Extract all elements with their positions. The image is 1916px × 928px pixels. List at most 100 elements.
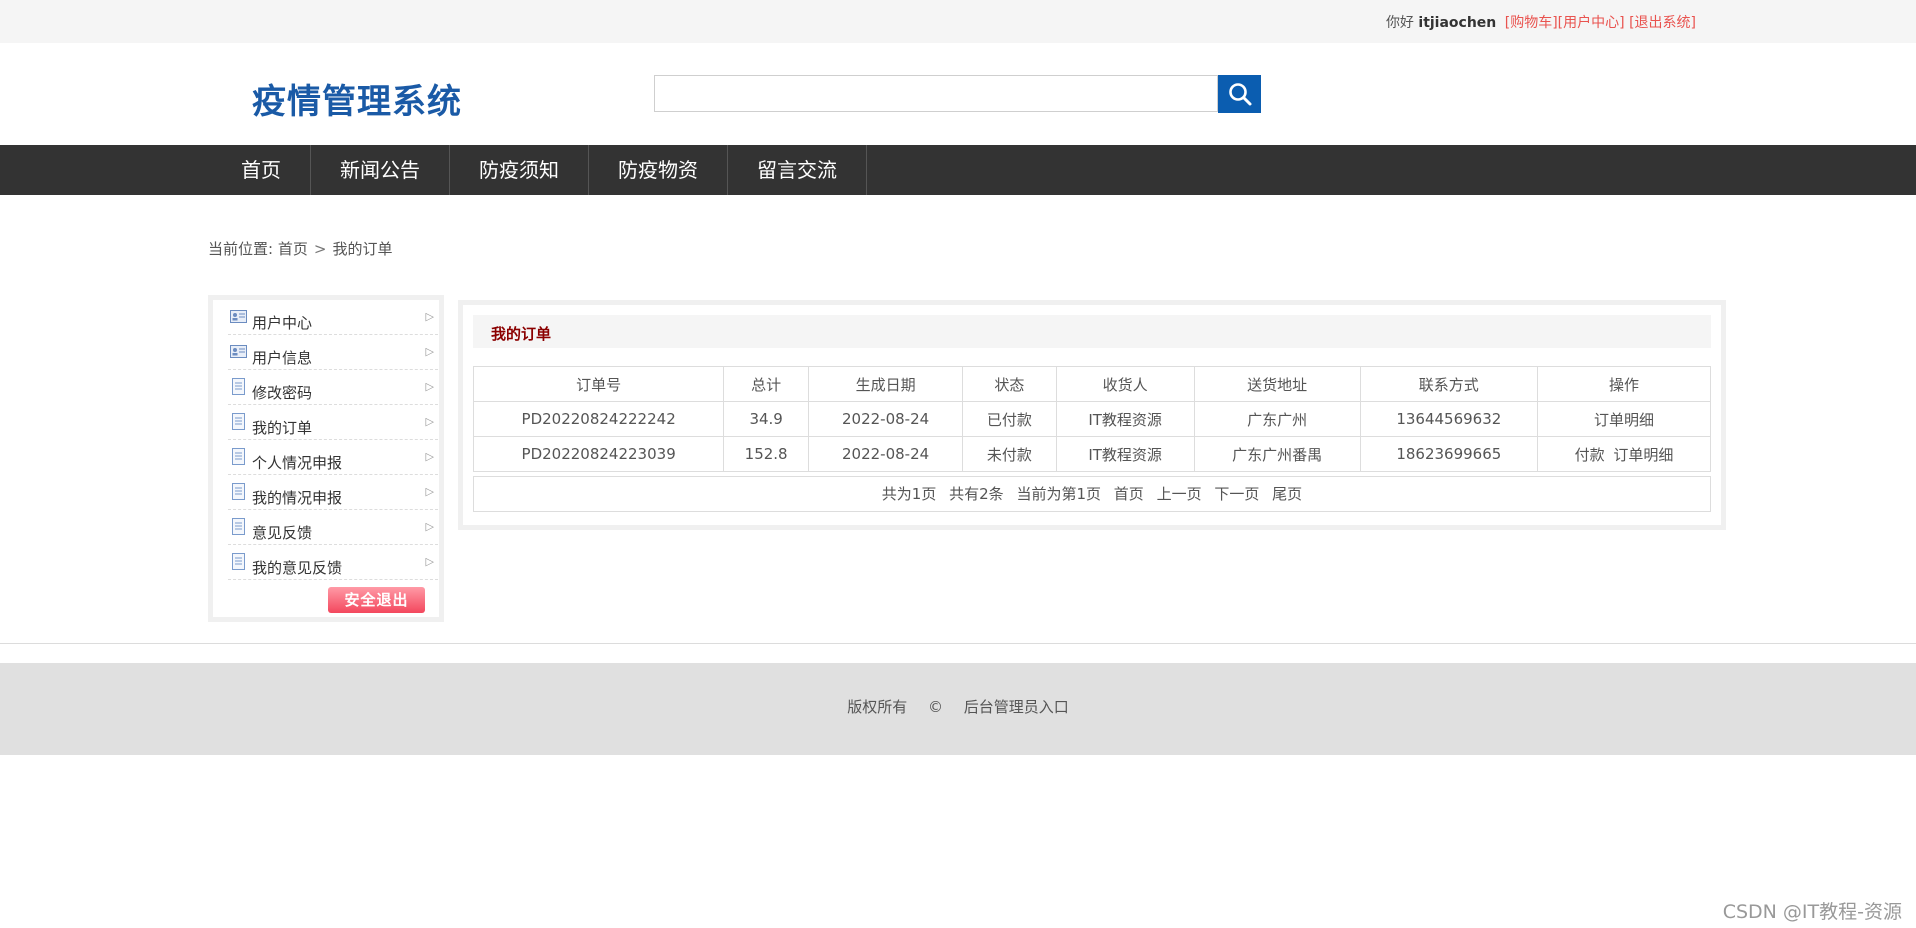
document-icon xyxy=(232,518,245,535)
sidebar-item-my-orders[interactable]: 我的订单 ▷ xyxy=(228,405,438,440)
copyright-text: 版权所有 xyxy=(847,698,908,716)
sidebar-item-label: 个人情况申报 xyxy=(252,454,343,472)
user-sidebar: 用户中心 ▷ 用户信息 ▷ 修改密码 ▷ 我的订单 ▷ 个人情况申报 ▷ 我的情… xyxy=(208,295,444,622)
breadcrumb-prefix: 当前位置: xyxy=(208,240,274,258)
document-icon xyxy=(232,378,245,395)
nav-item-supplies[interactable]: 防疫物资 xyxy=(589,145,728,195)
sidebar-item-user-center[interactable]: 用户中心 ▷ xyxy=(228,300,438,335)
table-row: PD20220824222242 34.9 2022-08-24 已付款 IT教… xyxy=(472,401,1711,437)
nav-item-messages[interactable]: 留言交流 xyxy=(728,145,867,195)
username: itjiaochen xyxy=(1418,15,1497,31)
order-phone: 13644569632 xyxy=(1359,401,1539,437)
main-nav: 首页 新闻公告 防疫须知 防疫物资 留言交流 xyxy=(0,145,1916,195)
search-icon xyxy=(1228,83,1251,106)
order-date: 2022-08-24 xyxy=(807,401,964,437)
order-status: 未付款 xyxy=(962,436,1057,472)
chevron-right-icon: ▷ xyxy=(425,450,434,463)
pager-next-link[interactable]: 下一页 xyxy=(1214,485,1259,503)
pager-prev-link[interactable]: 上一页 xyxy=(1157,485,1202,503)
column-header: 操作 xyxy=(1537,366,1711,402)
order-date: 2022-08-24 xyxy=(807,436,964,472)
site-logo[interactable]: 疫情管理系统 xyxy=(252,74,462,123)
chevron-right-icon: ▷ xyxy=(425,415,434,428)
breadcrumb: 当前位置: 首页 > 我的订单 xyxy=(208,238,392,259)
breadcrumb-separator: > xyxy=(313,240,327,258)
search-button[interactable] xyxy=(1218,75,1261,113)
chevron-right-icon: ▷ xyxy=(425,520,434,533)
order-actions: 付款 订单明细 xyxy=(1537,436,1711,472)
document-icon xyxy=(232,448,245,465)
nav-item-guidelines[interactable]: 防疫须知 xyxy=(450,145,589,195)
admin-entry-link[interactable]: 后台管理员入口 xyxy=(964,698,1069,716)
sidebar-item-feedback[interactable]: 意见反馈 ▷ xyxy=(228,510,438,545)
sidebar-item-user-info[interactable]: 用户信息 ▷ xyxy=(228,335,438,370)
order-total: 34.9 xyxy=(723,401,809,437)
panel-title: 我的订单 xyxy=(491,325,552,343)
id-card-icon xyxy=(230,345,247,358)
sidebar-item-label: 修改密码 xyxy=(252,384,313,402)
pagination: 共为1页 共有2条 当前为第1页 首页 上一页 下一页 尾页 xyxy=(473,476,1711,512)
order-number: PD20220824222242 xyxy=(472,401,725,437)
user-center-link[interactable]: [用户中心] xyxy=(1558,15,1625,31)
order-detail-link[interactable]: 订单明细 xyxy=(1613,446,1673,464)
order-address: 广东广州 xyxy=(1193,401,1361,437)
chevron-right-icon: ▷ xyxy=(425,555,434,568)
breadcrumb-home-link[interactable]: 首页 xyxy=(278,240,308,258)
sidebar-item-label: 我的订单 xyxy=(252,419,313,437)
order-receiver: IT教程资源 xyxy=(1055,436,1195,472)
column-header: 收货人 xyxy=(1055,366,1195,402)
column-header: 生成日期 xyxy=(807,366,964,402)
pager-last-link[interactable]: 尾页 xyxy=(1272,485,1302,503)
pager-first-link[interactable]: 首页 xyxy=(1114,485,1144,503)
chevron-right-icon: ▷ xyxy=(425,310,434,323)
sidebar-item-change-password[interactable]: 修改密码 ▷ xyxy=(228,370,438,405)
breadcrumb-current: 我的订单 xyxy=(332,240,393,258)
sidebar-item-my-feedback[interactable]: 我的意见反馈 ▷ xyxy=(228,545,438,580)
sidebar-item-label: 用户信息 xyxy=(252,349,313,367)
chevron-right-icon: ▷ xyxy=(425,345,434,358)
pager-current-page: 当前为第1页 xyxy=(1016,485,1101,503)
sidebar-item-label: 用户中心 xyxy=(252,314,313,332)
nav-item-news[interactable]: 新闻公告 xyxy=(311,145,450,195)
column-header: 送货地址 xyxy=(1193,366,1361,402)
order-total: 152.8 xyxy=(723,436,809,472)
search-input[interactable] xyxy=(654,75,1218,112)
column-header: 联系方式 xyxy=(1359,366,1539,402)
id-card-icon xyxy=(230,310,247,323)
order-number: PD20220824223039 xyxy=(472,436,725,472)
sidebar-item-label: 意见反馈 xyxy=(252,524,313,542)
order-actions: 订单明细 xyxy=(1537,401,1711,437)
chevron-right-icon: ▷ xyxy=(425,380,434,393)
pay-link[interactable]: 付款 xyxy=(1575,446,1605,464)
document-icon xyxy=(232,413,245,430)
column-header: 总计 xyxy=(723,366,809,402)
order-status: 已付款 xyxy=(962,401,1057,437)
greeting-text: 你好 xyxy=(1385,15,1414,31)
sidebar-item-label: 我的意见反馈 xyxy=(252,559,343,577)
footer: 版权所有 © 后台管理员入口 xyxy=(0,663,1916,755)
chevron-right-icon: ▷ xyxy=(425,485,434,498)
footer-divider xyxy=(0,643,1916,644)
nav-item-home[interactable]: 首页 xyxy=(212,145,311,195)
panel-title-bar: 我的订单 xyxy=(473,315,1711,348)
column-header: 订单号 xyxy=(472,366,725,402)
pager-total-pages: 共为1页 xyxy=(881,485,937,503)
cart-link[interactable]: [购物车] xyxy=(1505,15,1558,31)
table-header-row: 订单号 总计 生成日期 状态 收货人 送货地址 联系方式 操作 xyxy=(472,366,1711,402)
document-icon xyxy=(232,553,245,570)
sidebar-item-personal-report[interactable]: 个人情况申报 ▷ xyxy=(228,440,438,475)
orders-panel: 我的订单 订单号 总计 生成日期 状态 收货人 送货地址 联系方式 操作 PD2… xyxy=(458,300,1726,530)
order-phone: 18623699665 xyxy=(1359,436,1539,472)
watermark: CSDN @IT教程-资源 xyxy=(1722,901,1902,923)
sidebar-item-my-reports[interactable]: 我的情况申报 ▷ xyxy=(228,475,438,510)
document-icon xyxy=(232,483,245,500)
safe-logout-button[interactable]: 安全退出 xyxy=(328,587,425,613)
sidebar-item-label: 我的情况申报 xyxy=(252,489,343,507)
table-row: PD20220824223039 152.8 2022-08-24 未付款 IT… xyxy=(472,436,1711,472)
copyright-symbol: © xyxy=(928,698,943,716)
order-address: 广东广州番禺 xyxy=(1193,436,1361,472)
order-detail-link[interactable]: 订单明细 xyxy=(1594,411,1654,429)
logout-link[interactable]: [退出系统] xyxy=(1629,15,1696,31)
order-receiver: IT教程资源 xyxy=(1055,401,1195,437)
orders-table: 订单号 总计 生成日期 状态 收货人 送货地址 联系方式 操作 PD202208… xyxy=(472,366,1711,472)
